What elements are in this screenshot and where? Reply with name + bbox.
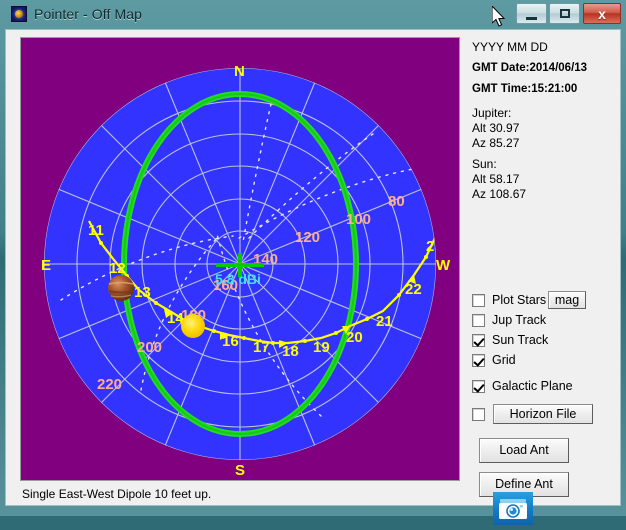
app-window: Pointer - Off Map x [0, 0, 626, 516]
jupiter-marker[interactable] [108, 275, 134, 301]
minimize-icon [517, 4, 546, 23]
jupiter-header: Jupiter: [472, 106, 612, 121]
compass-east: E [41, 257, 51, 274]
app-icon [11, 6, 27, 22]
hour-label-11: 11 [88, 222, 104, 239]
status-text: Single East-West Dipole 10 feet up. [22, 486, 442, 502]
gmt-date: GMT Date:2014/06/13 [472, 61, 612, 76]
compass-south: S [235, 462, 245, 479]
sun-az: Az 108.67 [472, 187, 612, 202]
compass-west: W [436, 257, 451, 274]
galactic-label-220: 220 [97, 376, 122, 393]
close-button[interactable]: x [583, 3, 621, 24]
galactic-label-200: 200 [137, 339, 162, 356]
hour-label-16: 16 [222, 333, 239, 350]
maximize-icon [550, 4, 579, 23]
jupiter-az: Az 85.27 [472, 136, 612, 151]
gain-label: 5.8 dBi [215, 271, 261, 287]
jup-track-label: Jup Track [492, 312, 546, 329]
horizon-file-row: Horizon File [472, 406, 617, 438]
horizon-file-checkbox[interactable] [472, 408, 485, 421]
hour-label-20: 20 [346, 329, 363, 346]
title-bar: Pointer - Off Map x [0, 0, 626, 29]
load-ant-row: Load Ant [472, 438, 617, 472]
hour-label-12: 12 [109, 260, 126, 277]
maximize-button[interactable] [549, 3, 580, 24]
hour-label-17: 17 [253, 339, 270, 356]
hour-label-18: 18 [282, 343, 299, 360]
compass-north: N [234, 63, 245, 80]
jup-track-checkbox[interactable] [472, 314, 485, 327]
sun-marker[interactable] [181, 314, 205, 338]
galactic-plane-row: Galactic Plane [472, 378, 617, 406]
sun-track-label: Sun Track [492, 332, 548, 349]
grid-checkbox[interactable] [472, 354, 485, 367]
galactic-label-100: 100 [346, 211, 371, 228]
sun-alt: Alt 58.17 [472, 172, 612, 187]
hour-label-21: 21 [376, 313, 393, 330]
minimize-button[interactable] [516, 3, 547, 24]
date-format-label: YYYY MM DD [472, 40, 612, 55]
hour-label-13: 13 [134, 284, 151, 301]
hour-label-19: 19 [313, 339, 330, 356]
camera-icon [493, 492, 533, 525]
jup-track-row: Jup Track [472, 312, 617, 332]
sun-header: Sun: [472, 157, 612, 172]
galactic-label-80: 80 [388, 193, 405, 210]
close-icon: x [584, 4, 620, 23]
galactic-label-120: 120 [295, 229, 320, 246]
screenshot-button[interactable] [493, 492, 533, 525]
gmt-time: GMT Time:15:21:00 [472, 82, 612, 97]
load-ant-button[interactable]: Load Ant [479, 438, 569, 463]
info-panel: YYYY MM DD GMT Date:2014/06/13 GMT Time:… [472, 40, 612, 202]
sun-track-row: Sun Track [472, 332, 617, 352]
hour-label-22: 22 [405, 281, 422, 298]
sun-track-checkbox[interactable] [472, 334, 485, 347]
client-area: 80 100 120 140 160 180 200 220 [5, 29, 621, 506]
plot-stars-row: Plot Stars mag [472, 292, 617, 312]
jupiter-alt: Alt 30.97 [472, 121, 612, 136]
plot-stars-checkbox[interactable] [472, 294, 485, 307]
galactic-plane-checkbox[interactable] [472, 380, 485, 393]
horizon-file-button[interactable]: Horizon File [493, 404, 593, 424]
window-title: Pointer - Off Map [34, 4, 142, 24]
grid-row: Grid [472, 352, 617, 378]
controls-panel: Plot Stars mag Jup Track Sun Track Grid … [472, 292, 617, 506]
plot-stars-label: Plot Stars [492, 292, 546, 309]
grid-label: Grid [492, 352, 516, 369]
galactic-plane-label: Galactic Plane [492, 378, 573, 395]
mag-button[interactable]: mag [548, 291, 586, 309]
polar-plot[interactable]: 80 100 120 140 160 180 200 220 [20, 37, 460, 481]
